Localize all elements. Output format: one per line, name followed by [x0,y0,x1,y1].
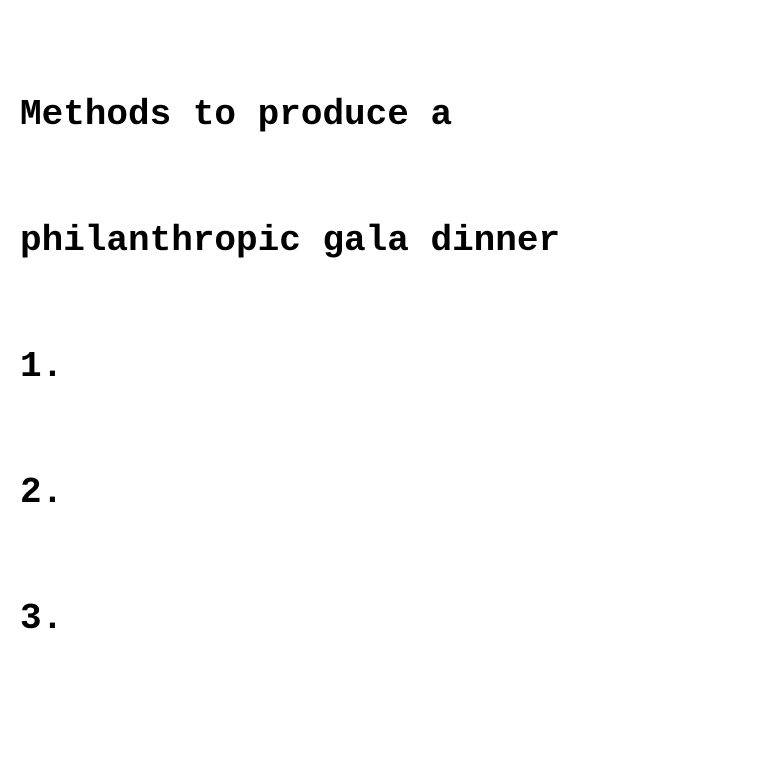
list-item-1: 1. [20,346,64,387]
title-line-1: Methods to produce a [20,94,453,135]
list-item-3: 3. [20,598,64,639]
title-line-2: philanthropic gala dinner [20,220,561,261]
document-body: Methods to produce a philanthropic gala … [20,10,740,682]
list-item-2: 2. [20,472,64,513]
